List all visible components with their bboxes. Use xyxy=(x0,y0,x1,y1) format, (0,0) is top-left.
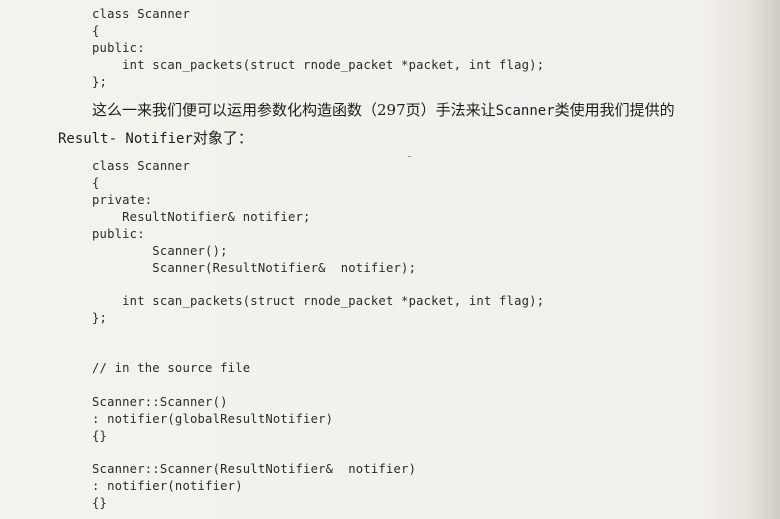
code-line: Scanner(ResultNotifier& notifier); xyxy=(92,261,417,275)
code-line: ResultNotifier& notifier; xyxy=(92,210,311,224)
code-line: Scanner(); xyxy=(92,244,228,258)
code-line: class Scanner xyxy=(92,159,190,173)
book-page: class Scanner { public: int scan_packets… xyxy=(0,0,780,519)
code-line: : notifier(notifier) xyxy=(92,479,243,493)
paragraph-line-2: Result- Notifier对象了： xyxy=(58,128,253,149)
code-line: {} xyxy=(92,429,108,443)
code-line: : notifier(globalResultNotifier) xyxy=(92,412,334,426)
inline-code: Scanner xyxy=(495,103,555,119)
inline-code: Result- Notifier xyxy=(58,131,193,147)
paragraph-text: 对象了： xyxy=(192,129,253,147)
code-line: private: xyxy=(92,193,153,207)
code-line: Scanner::Scanner(ResultNotifier& notifie… xyxy=(92,462,417,476)
code-line: { xyxy=(92,24,100,38)
code-line: int scan_packets(struct rnode_packet *pa… xyxy=(92,294,545,308)
code-line: public: xyxy=(92,41,145,55)
code-line: }; xyxy=(92,311,108,325)
scan-speck xyxy=(408,156,411,157)
code-line: class Scanner xyxy=(92,7,190,21)
code-line: }; xyxy=(92,75,108,89)
code-line: int scan_packets(struct rnode_packet *pa… xyxy=(92,58,545,72)
code-line: { xyxy=(92,176,100,190)
code-line: Scanner::Scanner() xyxy=(92,395,228,409)
paragraph-text: 这么一来我们便可以运用参数化构造函数（297页）手法来让 xyxy=(92,101,496,119)
code-line: public: xyxy=(92,227,145,241)
paragraph-line-1: 这么一来我们便可以运用参数化构造函数（297页）手法来让Scanner类使用我们… xyxy=(92,100,675,121)
code-line: {} xyxy=(92,496,108,510)
paragraph-text: 类使用我们提供的 xyxy=(554,101,675,119)
code-comment: // in the source file xyxy=(92,361,251,375)
